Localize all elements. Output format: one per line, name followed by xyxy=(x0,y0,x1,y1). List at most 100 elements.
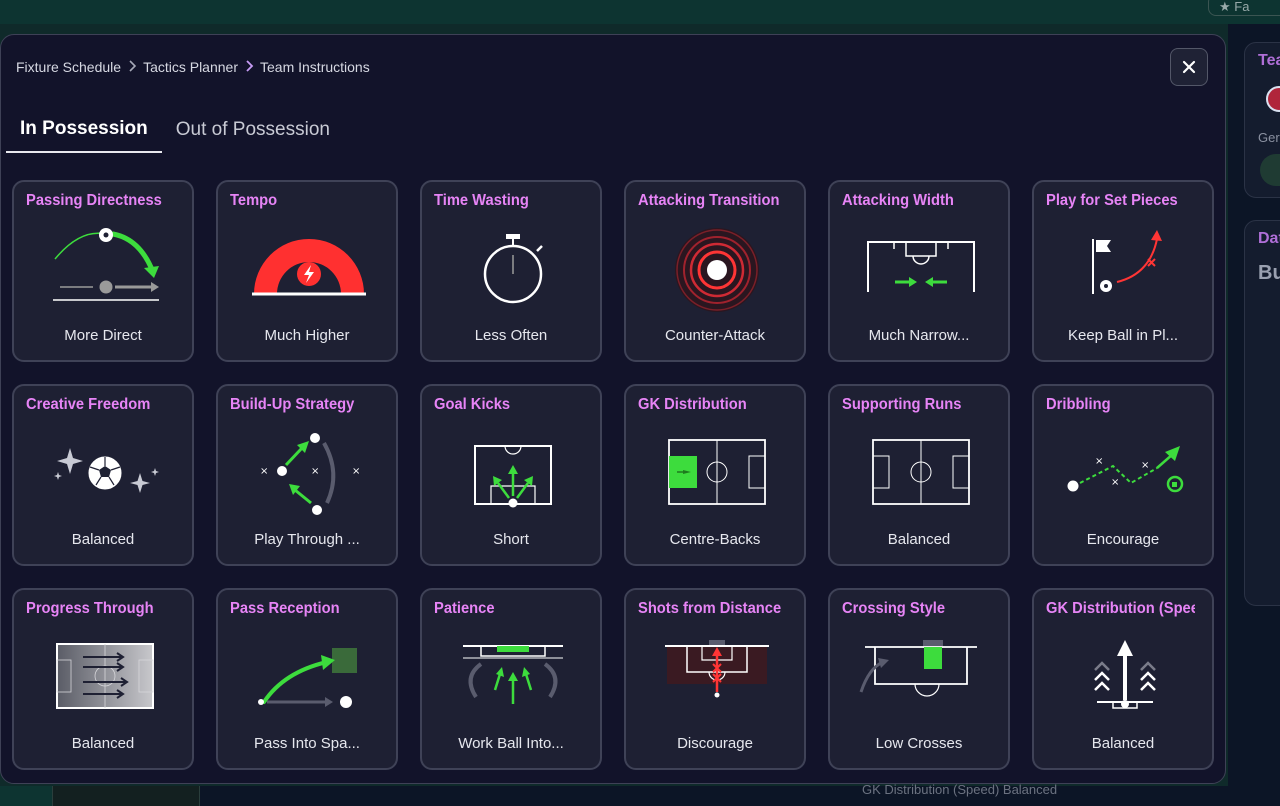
card-title: Creative Freedom xyxy=(26,396,151,413)
goal-kick-icon xyxy=(474,445,552,508)
card-value: Centre-Backs xyxy=(669,531,761,548)
card-value: Much Higher xyxy=(264,327,350,344)
card-value: Low Crosses xyxy=(875,735,963,752)
pass-reception-icon xyxy=(258,648,357,708)
instruction-card-gk-distribution-speed[interactable]: GK Distribution (Speed) Balanced xyxy=(1032,588,1214,770)
instruction-card-shots-from-distance[interactable]: Shots from Distance Discourage xyxy=(624,588,806,770)
close-icon xyxy=(1182,60,1196,74)
card-title: Tempo xyxy=(230,192,278,209)
instruction-card-creative-freedom[interactable]: Creative Freedom Balanced xyxy=(12,384,194,566)
team-instructions-modal: Fixture Schedule Tactics Planner Team In… xyxy=(0,34,1226,784)
card-title: Passing Directness xyxy=(26,192,162,209)
card-value: Balanced xyxy=(71,531,135,548)
instruction-card-time-wasting[interactable]: Time Wasting Less Often xyxy=(420,180,602,362)
svg-text:×: × xyxy=(352,466,360,477)
narrow-width-icon xyxy=(867,241,975,292)
card-title: Shots from Distance xyxy=(638,600,782,617)
instruction-card-dribbling[interactable]: Dribbling × × × Encourage xyxy=(1032,384,1214,566)
shots-distance-icon xyxy=(665,640,769,698)
footer-summary-text: GK Distribution (Speed) Balanced xyxy=(862,782,1058,797)
card-value: Discourage xyxy=(677,735,753,752)
card-title: Progress Through xyxy=(26,600,154,617)
tab-out-of-possession[interactable]: Out of Possession xyxy=(162,107,344,153)
card-title: Crossing Style xyxy=(842,600,946,617)
svg-text:×: × xyxy=(260,466,268,477)
instruction-card-passing-directness[interactable]: Passing Directness More Direct xyxy=(12,180,194,362)
chevron-right-icon xyxy=(127,59,137,75)
build-up-arrows-icon: × × × xyxy=(260,433,360,515)
instruction-card-progress-through[interactable]: Progress Through Balanced xyxy=(12,588,194,770)
card-value: Short xyxy=(493,531,529,548)
data-card-heading: Bu xyxy=(1258,262,1280,284)
card-title: GK Distribution xyxy=(638,396,747,413)
instruction-card-pass-reception[interactable]: Pass Reception Pass Into Spa... xyxy=(216,588,398,770)
close-button[interactable] xyxy=(1170,48,1208,86)
team-card-label: Ger xyxy=(1258,130,1280,145)
instruction-card-attacking-width[interactable]: Attacking Width Much Narrow... xyxy=(828,180,1010,362)
set-piece-flag-icon xyxy=(1092,230,1162,294)
instruction-card-play-for-set-pieces[interactable]: Play for Set Pieces Keep Ball in Pl... xyxy=(1032,180,1214,362)
gk-distribution-pitch-icon xyxy=(668,439,766,505)
bottom-left-block xyxy=(0,786,52,806)
breadcrumb-tactics-planner[interactable]: Tactics Planner xyxy=(143,59,238,75)
card-value: Much Narrow... xyxy=(868,327,970,344)
card-value: Counter-Attack xyxy=(664,327,766,344)
card-value: Less Often xyxy=(474,327,548,344)
card-value: Work Ball Into... xyxy=(458,735,564,752)
patience-box-icon xyxy=(463,645,563,704)
card-title: Patience xyxy=(434,600,495,617)
card-value: Pass Into Spa... xyxy=(254,735,360,752)
tempo-gauge-icon xyxy=(252,239,366,296)
card-value: Balanced xyxy=(71,735,135,752)
card-title: Dribbling xyxy=(1046,396,1111,413)
instruction-card-build-up-strategy[interactable]: Build-Up Strategy × × × Play Through ... xyxy=(216,384,398,566)
supporting-runs-pitch-icon xyxy=(872,439,970,505)
card-title: Attacking Transition xyxy=(638,192,780,209)
crossing-style-icon xyxy=(859,640,977,697)
card-value: Encourage xyxy=(1086,531,1160,548)
target-rings-icon xyxy=(675,228,759,312)
sparkle-ball-icon xyxy=(54,448,159,493)
instruction-card-supporting-runs[interactable]: Supporting Runs Balanced xyxy=(828,384,1010,566)
breadcrumb: Fixture Schedule Tactics Planner Team In… xyxy=(16,59,370,75)
instruction-card-tempo[interactable]: Tempo Much Higher xyxy=(216,180,398,362)
favorite-button[interactable]: ★ Fa xyxy=(1208,0,1280,16)
svg-text:×: × xyxy=(1141,460,1149,471)
favorite-label: Fa xyxy=(1234,0,1250,14)
card-value: Keep Ball in Pl... xyxy=(1067,327,1179,344)
data-card-title: Dat xyxy=(1258,230,1280,247)
breadcrumb-team-instructions: Team Instructions xyxy=(260,59,370,75)
card-title: GK Distribution (Speed) xyxy=(1046,600,1195,617)
app-header-bar xyxy=(0,0,1280,24)
svg-text:×: × xyxy=(311,466,319,477)
instruction-card-crossing-style[interactable]: Crossing Style Low Crosses xyxy=(828,588,1010,770)
breadcrumb-fixture-schedule[interactable]: Fixture Schedule xyxy=(16,59,121,75)
instruction-card-attacking-transition[interactable]: Attacking Transition Counter-Attack xyxy=(624,180,806,362)
progress-through-pitch-icon xyxy=(56,643,154,709)
gk-speed-arrows-icon xyxy=(1094,640,1156,709)
team-card-title: Tea xyxy=(1258,52,1280,69)
stopwatch-icon xyxy=(483,234,543,304)
card-value: Balanced xyxy=(1091,735,1155,752)
instruction-card-patience[interactable]: Patience Work Ball Into... xyxy=(420,588,602,770)
possession-tabs: In Possession Out of Possession xyxy=(6,107,344,153)
card-value: Balanced xyxy=(887,531,951,548)
chevron-right-icon xyxy=(244,59,254,75)
card-title: Time Wasting xyxy=(434,192,529,209)
instruction-card-gk-distribution[interactable]: GK Distribution Centre-Backs xyxy=(624,384,806,566)
card-title: Supporting Runs xyxy=(842,396,962,413)
svg-text:×: × xyxy=(1095,456,1103,467)
dribbling-path-icon: × × × xyxy=(1067,446,1184,493)
passing-directness-icon xyxy=(53,228,159,301)
card-value: Play Through ... xyxy=(254,531,360,548)
card-title: Goal Kicks xyxy=(434,396,511,413)
tab-in-possession[interactable]: In Possession xyxy=(6,107,162,153)
bottom-mid-block xyxy=(52,786,200,806)
card-title: Attacking Width xyxy=(842,192,954,209)
instruction-grid: Passing Directness More Direct Tempo Muc… xyxy=(12,180,1214,770)
card-title: Play for Set Pieces xyxy=(1046,192,1178,209)
card-title: Build-Up Strategy xyxy=(230,396,355,413)
instruction-card-goal-kicks[interactable]: Goal Kicks Short xyxy=(420,384,602,566)
svg-text:×: × xyxy=(1111,477,1119,488)
card-title: Pass Reception xyxy=(230,600,340,617)
